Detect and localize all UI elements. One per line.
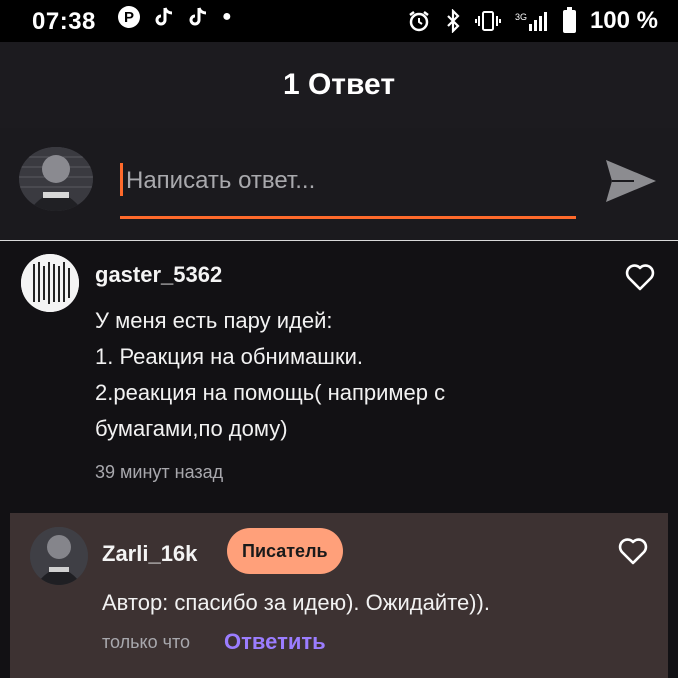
avatar (21, 254, 79, 312)
comment-text: У меня есть пару идей: 1. Реакция на обн… (95, 303, 615, 447)
page-title: 1 Ответ (282, 68, 396, 101)
send-icon (606, 160, 656, 202)
reply-input-container (120, 160, 576, 220)
avatar (19, 147, 93, 211)
comment-timestamp: 39 минут назад (95, 462, 224, 482)
comment-line: 2.реакция на помощь( например с (95, 380, 446, 405)
send-button[interactable] (604, 158, 658, 204)
tiktok-icon (189, 7, 207, 26)
avatar (30, 527, 88, 585)
bluetooth-icon (447, 9, 460, 33)
reply-link[interactable]: Ответить (224, 629, 326, 655)
input-underline (120, 216, 576, 219)
comment-line: У меня есть пару идей: (95, 308, 333, 333)
comment-username[interactable]: Zarli_16k (102, 541, 197, 567)
system-icons: 3G 100 % (407, 6, 658, 35)
alarm-icon (409, 11, 429, 32)
comment-username[interactable]: gaster_5362 (95, 262, 222, 288)
text-caret (120, 163, 123, 196)
reply-input[interactable] (124, 160, 568, 202)
header: 1 Ответ (0, 42, 678, 129)
signal-icon: 3G (515, 12, 547, 31)
status-time: 07:38 (32, 8, 96, 35)
vibrate-icon (474, 11, 501, 31)
comment-line: 1. Реакция на обнимашки. (95, 344, 363, 369)
like-button[interactable] (625, 263, 655, 291)
dot-icon: ● (222, 8, 232, 25)
heart-icon (625, 264, 655, 291)
comment-timestamp: только что (102, 632, 191, 652)
heart-icon (618, 538, 648, 565)
battery-icon (562, 6, 576, 33)
svg-text:3G: 3G (515, 12, 527, 22)
writer-badge: Писатель (227, 528, 343, 574)
tiktok-icon (155, 7, 173, 26)
notification-icons: P ● (118, 6, 232, 28)
like-button[interactable] (618, 537, 648, 565)
pinterest-icon: P (118, 6, 140, 28)
comment-line: бумагами,по дому) (95, 416, 288, 441)
comment-text: Автор: спасибо за идею). Ожидайте)). (102, 590, 490, 615)
status-bar: 07:38 P ● 3G 100 % (0, 0, 678, 42)
battery-percent: 100 % (589, 7, 658, 34)
